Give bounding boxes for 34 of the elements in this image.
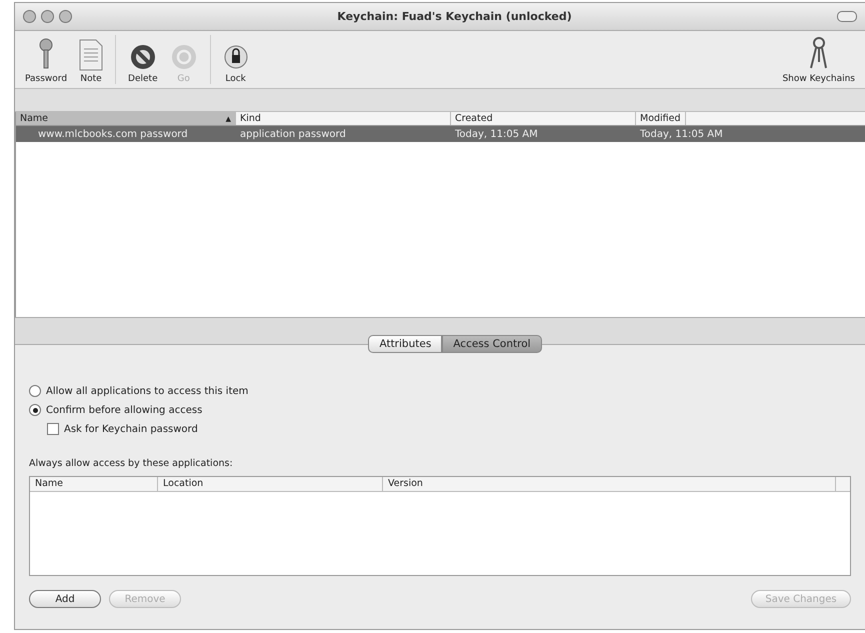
table-cell-text: application password [239, 128, 347, 140]
window-control-icon[interactable] [59, 10, 72, 23]
table-cell-text: www.mlcbooks.com password [37, 128, 189, 140]
column-header[interactable]: Modified [636, 112, 686, 125]
delete-icon [128, 43, 157, 71]
section-label: Always allow access by these applications: [29, 458, 234, 469]
window-title: Keychain: Fuad's Keychain (unlocked) [336, 10, 573, 23]
column-header[interactable]: Created [451, 112, 636, 125]
toolbar-toggle-icon[interactable] [837, 11, 857, 22]
table-cell-text: Today, 11:05 AM [639, 128, 724, 140]
lock-icon [222, 43, 249, 71]
column-header[interactable]: Name [30, 477, 158, 491]
option-label: Ask for Keychain password [64, 424, 198, 434]
table-cell-text: Today, 11:05 AM [454, 128, 539, 140]
toolbar-button[interactable]: Note [73, 31, 110, 88]
toolbar-button[interactable]: Lock [216, 31, 255, 88]
window-control-icon[interactable] [41, 10, 54, 23]
table-row[interactable]: www.mlcbooks.com password application password Today, 11:05 AM Today, 11:05 AM [16, 126, 865, 142]
column-header[interactable]: Location [158, 477, 383, 491]
toolbar-button[interactable]: Password [19, 31, 74, 88]
radio-button[interactable] [29, 385, 41, 397]
toolbar-button[interactable]: Delete [122, 31, 164, 88]
push-button[interactable]: Add [29, 590, 101, 608]
tab[interactable]: Access Control [442, 335, 542, 353]
option-label: Confirm before allowing access [46, 404, 202, 416]
column-header[interactable]: Kind [236, 112, 451, 125]
toolbar-button[interactable]: Show Keychains [776, 31, 861, 88]
checkbox[interactable] [47, 423, 59, 435]
tab[interactable]: Attributes [368, 335, 442, 353]
window-control-icon[interactable] [23, 10, 36, 23]
column-header[interactable]: Version [383, 477, 836, 491]
radio-button[interactable] [29, 404, 41, 416]
option-label: Allow all applications to access this item [46, 386, 248, 396]
document-icon [79, 39, 104, 71]
